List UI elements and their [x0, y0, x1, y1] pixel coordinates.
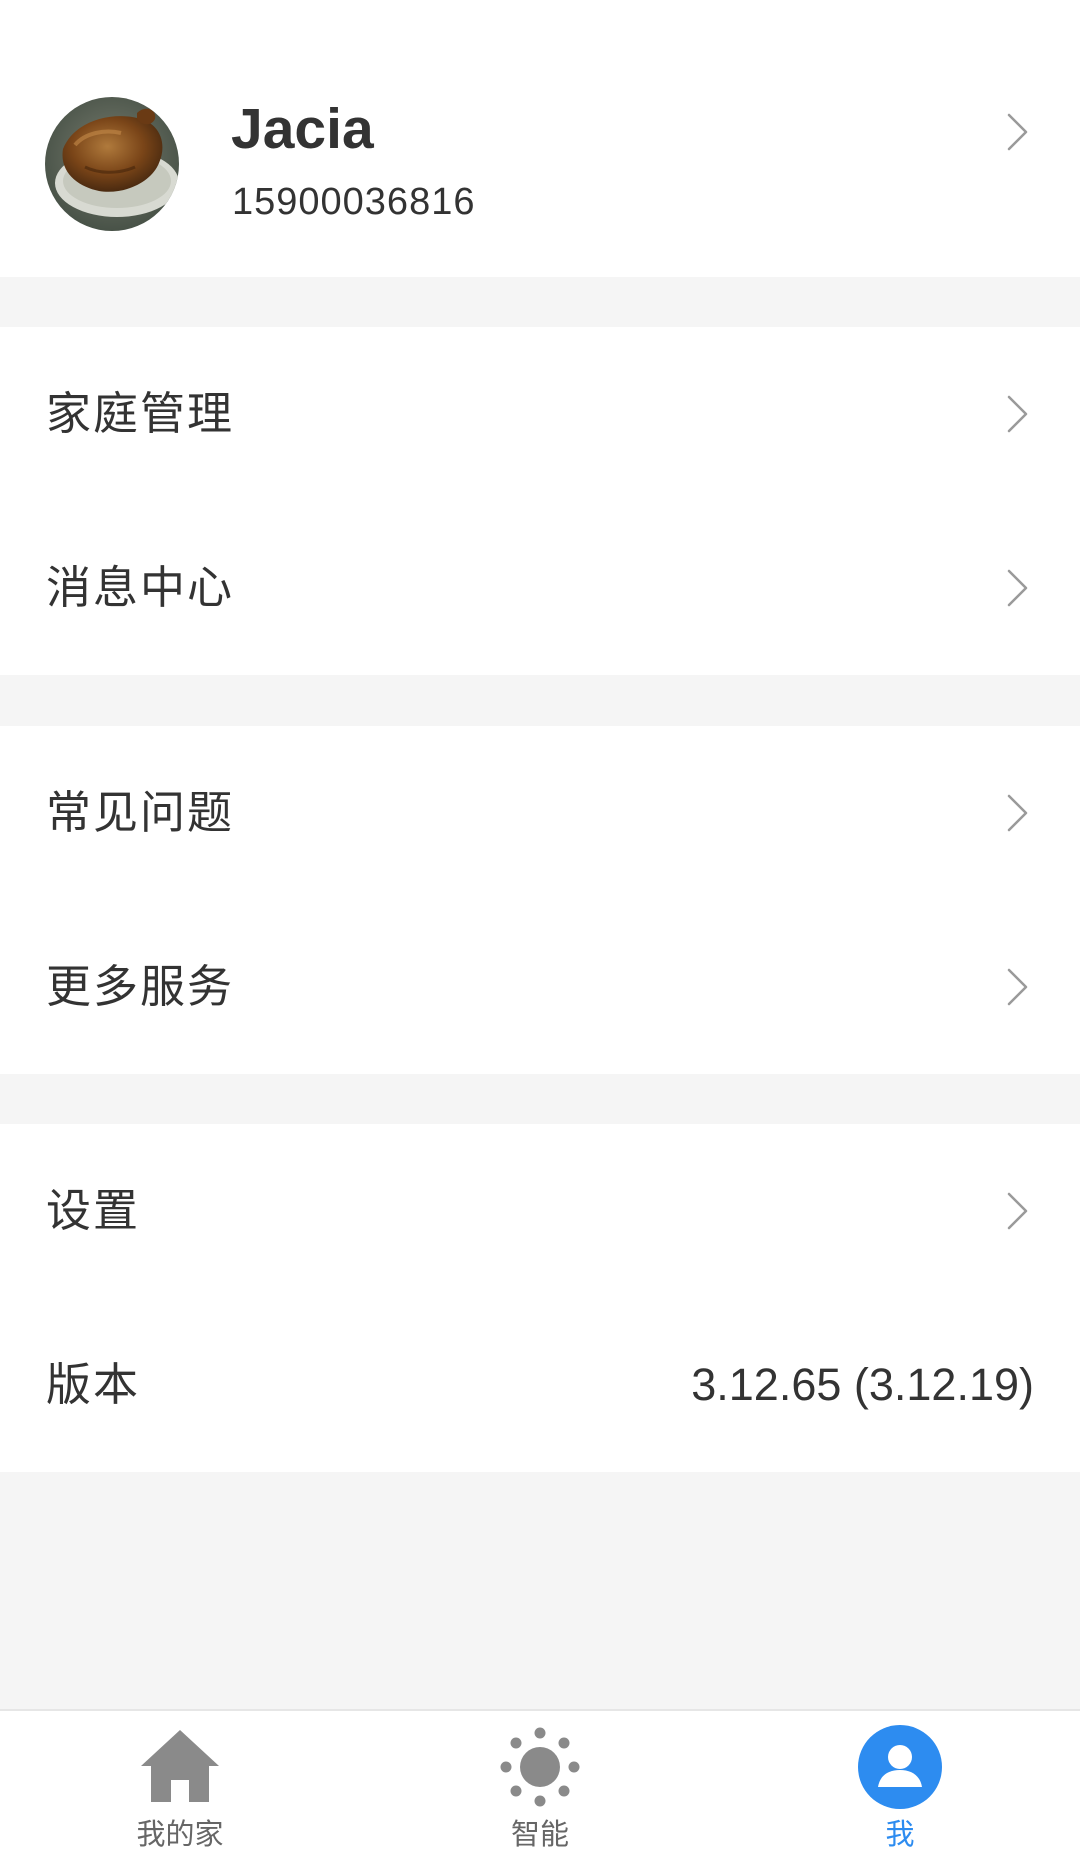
menu-group-3: 设置 版本 3.12.65 (3.12.19)	[0, 1124, 1080, 1472]
menu-item-family-management[interactable]: 家庭管理	[0, 327, 1080, 501]
menu-item-label: 更多服务	[46, 960, 235, 1013]
menu-item-label: 版本	[46, 1358, 141, 1411]
chevron-right-icon	[1007, 968, 1028, 1006]
tab-label: 我	[885, 1817, 915, 1851]
menu-group-2: 常见问题 更多服务	[0, 726, 1080, 1074]
tab-me[interactable]: 我	[800, 1711, 1000, 1860]
tab-label: 我的家	[136, 1817, 224, 1851]
home-icon	[141, 1730, 219, 1802]
user-icon	[858, 1725, 942, 1809]
menu-item-version: 版本 3.12.65 (3.12.19)	[0, 1298, 1080, 1472]
profile-name: Jacia	[231, 97, 374, 161]
menu-item-label: 常见问题	[46, 786, 235, 839]
menu-item-faq[interactable]: 常见问题	[0, 726, 1080, 900]
profile-phone: 15900036816	[232, 181, 476, 223]
version-value: 3.12.65 (3.12.19)	[691, 1359, 1034, 1410]
bottom-tab-bar: 我的家 智能 我	[0, 1709, 1080, 1860]
chevron-right-icon	[1007, 113, 1028, 151]
menu-item-label: 设置	[46, 1184, 141, 1237]
menu-item-more-services[interactable]: 更多服务	[0, 900, 1080, 1074]
menu-item-settings[interactable]: 设置	[0, 1124, 1080, 1298]
tab-my-home[interactable]: 我的家	[80, 1711, 280, 1860]
tab-smart[interactable]: 智能	[440, 1711, 640, 1860]
menu-item-label: 消息中心	[46, 561, 235, 614]
menu-group-1: 家庭管理 消息中心	[0, 327, 1080, 675]
chevron-right-icon	[1007, 395, 1028, 433]
profile-header[interactable]: Jacia 15900036816	[0, 0, 1080, 277]
chevron-right-icon	[1007, 569, 1028, 607]
sun-icon	[500, 1727, 580, 1807]
avatar[interactable]	[45, 97, 179, 231]
menu-item-message-center[interactable]: 消息中心	[0, 501, 1080, 675]
chevron-right-icon	[1007, 794, 1028, 832]
tab-label: 智能	[510, 1817, 569, 1851]
menu-item-label: 家庭管理	[46, 387, 235, 440]
chevron-right-icon	[1007, 1192, 1028, 1230]
